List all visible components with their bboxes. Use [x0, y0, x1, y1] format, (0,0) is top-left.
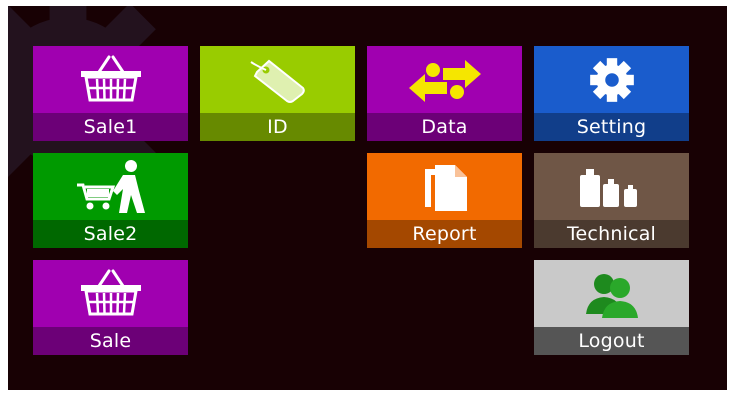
- setting-label: Setting: [534, 113, 689, 141]
- logout-label: Logout: [534, 327, 689, 355]
- logout-tile[interactable]: Logout: [534, 260, 689, 355]
- sale-label: Sale: [33, 327, 188, 355]
- data-exchange-icon: [408, 59, 481, 102]
- gear-icon: [589, 57, 634, 102]
- sale-tile[interactable]: Sale: [33, 260, 188, 355]
- basket-icon: [80, 269, 141, 315]
- weights-icon: [579, 168, 637, 207]
- technical-label: Technical: [534, 220, 689, 248]
- technical-tile[interactable]: Technical: [534, 153, 689, 248]
- basket-icon: [80, 55, 141, 101]
- sale1-tile[interactable]: Sale1: [33, 46, 188, 141]
- data-tile[interactable]: Data: [367, 46, 522, 141]
- person-cart-icon: [76, 159, 145, 213]
- report-tile[interactable]: Report: [367, 153, 522, 248]
- main-menu-screen: Sale1 ID Data Setting Sale2 Report Techn…: [8, 6, 727, 390]
- users-icon: [585, 273, 638, 318]
- id-tile[interactable]: ID: [200, 46, 355, 141]
- tag-icon: [249, 59, 305, 103]
- report-label: Report: [367, 220, 522, 248]
- setting-tile[interactable]: Setting: [534, 46, 689, 141]
- documents-icon: [424, 164, 467, 211]
- data-label: Data: [367, 113, 522, 141]
- sale1-label: Sale1: [33, 113, 188, 141]
- sale2-tile[interactable]: Sale2: [33, 153, 188, 248]
- id-label: ID: [200, 113, 355, 141]
- sale2-label: Sale2: [33, 220, 188, 248]
